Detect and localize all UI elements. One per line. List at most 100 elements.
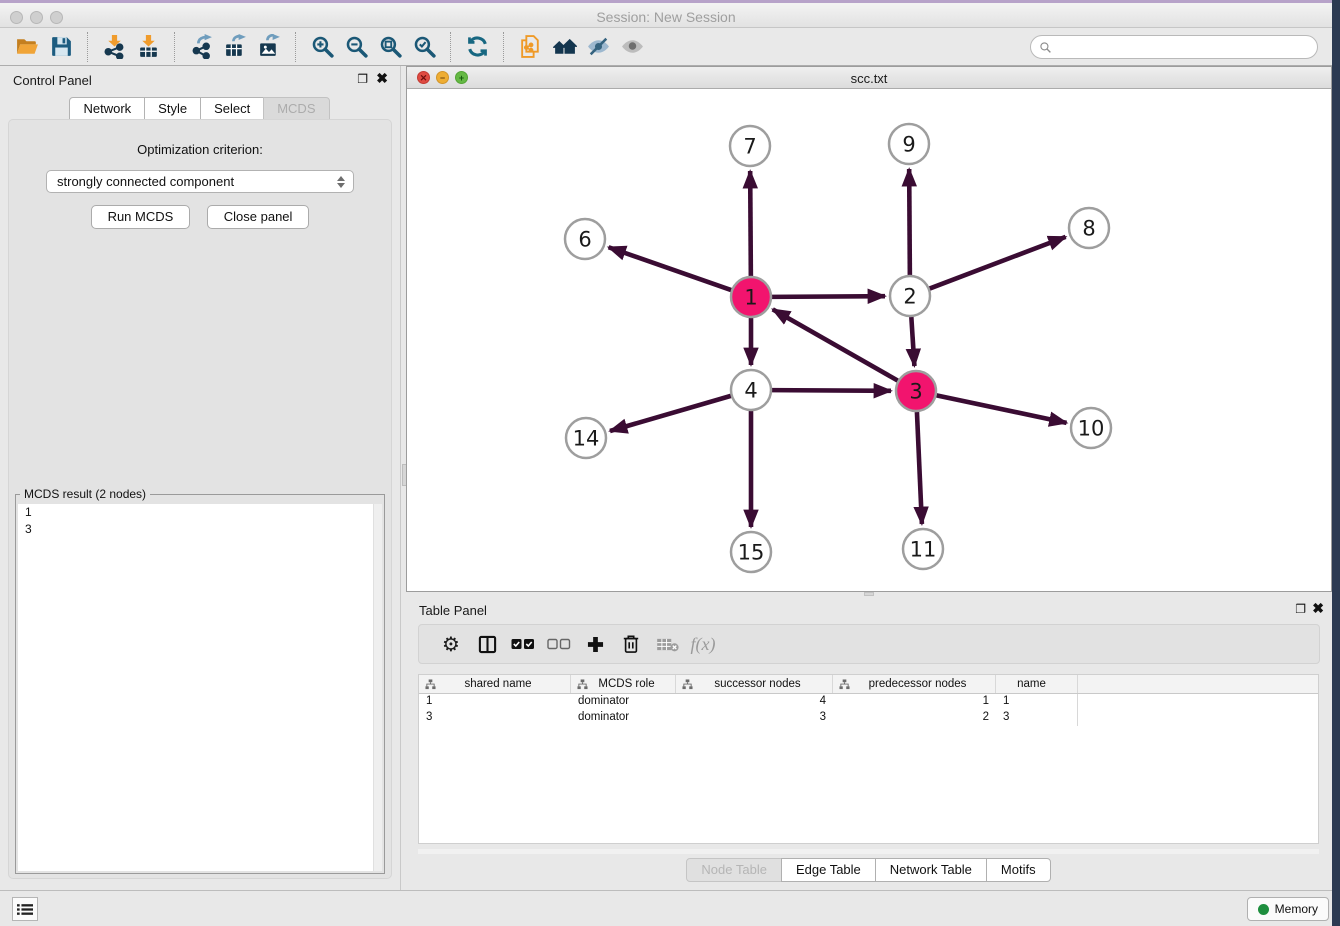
node-9[interactable]: 9 [889, 124, 929, 164]
column-header-name[interactable]: name [996, 675, 1078, 693]
table-row[interactable]: 3 dominator 3 2 3 [419, 710, 1318, 726]
cell-name[interactable]: 3 [996, 710, 1078, 726]
copy-network-icon[interactable] [513, 32, 547, 62]
column-type-icon [577, 679, 588, 690]
zoom-selected-icon[interactable] [407, 32, 441, 62]
home-layout-icon[interactable] [547, 32, 581, 62]
node-11[interactable]: 11 [903, 529, 943, 569]
cell-name[interactable]: 1 [996, 694, 1078, 710]
edge-4-3[interactable] [772, 390, 891, 391]
select-all-checkboxes-icon[interactable] [505, 629, 541, 659]
select-stepper-icon [337, 176, 345, 188]
search-field[interactable] [1030, 35, 1318, 59]
svg-text:6: 6 [578, 227, 591, 251]
delete-column-icon[interactable] [613, 629, 649, 659]
node-15[interactable]: 15 [731, 532, 771, 572]
cell-shared-name[interactable]: 1 [419, 694, 571, 710]
cell-predecessor-nodes[interactable]: 2 [833, 710, 996, 726]
cell-successor-nodes[interactable]: 4 [676, 694, 833, 710]
function-builder-icon[interactable]: f(x) [685, 629, 721, 659]
add-column-icon[interactable] [577, 629, 613, 659]
mcds-result-title: MCDS result (2 nodes) [20, 487, 150, 501]
memory-button[interactable]: Memory [1247, 897, 1329, 921]
app-window: Session: New Session [0, 0, 1332, 926]
tab-network-table[interactable]: Network Table [875, 858, 987, 882]
node-4[interactable]: 4 [731, 370, 771, 410]
edge-2-3[interactable] [911, 317, 914, 366]
deselect-all-checkboxes-icon[interactable] [541, 629, 577, 659]
edge-1-2[interactable] [772, 296, 885, 297]
node-7[interactable]: 7 [730, 126, 770, 166]
column-header-predecessor-nodes[interactable]: predecessor nodes [833, 675, 996, 693]
edge-3-11[interactable] [917, 412, 922, 524]
tab-style[interactable]: Style [144, 97, 201, 121]
export-table-icon[interactable] [218, 32, 252, 62]
edge-3-10[interactable] [937, 395, 1067, 422]
edge-3-1[interactable] [773, 309, 898, 380]
main-toolbar [0, 28, 1332, 66]
tab-motifs[interactable]: Motifs [986, 858, 1051, 882]
edge-1-7[interactable] [750, 171, 751, 276]
node-6[interactable]: 6 [565, 219, 605, 259]
node-2[interactable]: 2 [890, 276, 930, 316]
export-image-icon[interactable] [252, 32, 286, 62]
tab-select[interactable]: Select [200, 97, 264, 121]
table-hscrollbar[interactable] [418, 849, 1319, 854]
edge-1-6[interactable] [609, 247, 732, 290]
optimization-criterion-select[interactable]: strongly connected component [46, 170, 354, 193]
network-window-titlebar: ✕ − + scc.txt [407, 67, 1331, 89]
open-folder-icon[interactable] [10, 32, 44, 62]
column-header-mcds-role[interactable]: MCDS role [571, 675, 676, 693]
svg-text:8: 8 [1082, 216, 1095, 240]
node-8[interactable]: 8 [1069, 208, 1109, 248]
node-14[interactable]: 14 [566, 418, 606, 458]
task-history-button[interactable] [12, 897, 38, 921]
tab-node-table[interactable]: Node Table [686, 858, 782, 882]
cell-predecessor-nodes[interactable]: 1 [833, 694, 996, 710]
edge-2-9[interactable] [909, 169, 910, 275]
cell-mcds-role[interactable]: dominator [571, 710, 676, 726]
tab-edge-table[interactable]: Edge Table [781, 858, 876, 882]
import-network-icon[interactable] [97, 32, 131, 62]
save-session-icon[interactable] [44, 32, 78, 62]
table-panel: Table Panel ❐ ✖ ⚙ [406, 596, 1332, 890]
hide-selected-icon[interactable] [581, 32, 615, 62]
delete-table-icon[interactable] [649, 629, 685, 659]
node-10[interactable]: 10 [1071, 408, 1111, 448]
close-panel-icon[interactable]: ✖ [1312, 602, 1324, 615]
column-header-successor-nodes[interactable]: successor nodes [676, 675, 833, 693]
zoom-out-icon[interactable] [339, 32, 373, 62]
show-all-icon[interactable] [615, 32, 649, 62]
edge-4-14[interactable] [610, 396, 731, 431]
mcds-panel: Optimization criterion: strongly connect… [8, 119, 392, 879]
network-canvas[interactable]: 7 9 6 8 1 2 4 3 14 10 15 11 [407, 89, 1331, 591]
search-input[interactable] [1052, 40, 1317, 54]
column-type-icon [839, 679, 850, 690]
node-1[interactable]: 1 [731, 277, 771, 317]
tab-mcds[interactable]: MCDS [263, 97, 329, 121]
control-panel-tabs: NetworkStyleSelectMCDS [0, 97, 400, 121]
float-panel-icon[interactable]: ❐ [357, 73, 368, 85]
result-scrollbar[interactable] [373, 504, 382, 871]
node-3[interactable]: 3 [896, 371, 936, 411]
mcds-result-value: 3 [18, 521, 382, 538]
run-mcds-button[interactable]: Run MCDS [91, 205, 191, 229]
zoom-fit-icon[interactable] [373, 32, 407, 62]
close-panel-icon[interactable]: ✖ [376, 72, 388, 85]
float-panel-icon[interactable]: ❐ [1295, 603, 1306, 615]
tab-network[interactable]: Network [69, 97, 145, 121]
export-network-icon[interactable] [184, 32, 218, 62]
cell-shared-name[interactable]: 3 [419, 710, 571, 726]
refresh-icon[interactable] [460, 32, 494, 62]
cell-successor-nodes[interactable]: 3 [676, 710, 833, 726]
import-table-icon[interactable] [131, 32, 165, 62]
cell-mcds-role[interactable]: dominator [571, 694, 676, 710]
split-view-icon[interactable] [469, 629, 505, 659]
table-row[interactable]: 1 dominator 4 1 1 [419, 694, 1318, 710]
column-header-shared-name[interactable]: shared name [419, 675, 571, 693]
mcds-result-list[interactable]: 1 3 [18, 504, 382, 871]
edge-2-8[interactable] [930, 237, 1066, 289]
close-panel-button[interactable]: Close panel [207, 205, 310, 229]
zoom-in-icon[interactable] [305, 32, 339, 62]
gear-icon[interactable]: ⚙ [433, 629, 469, 659]
